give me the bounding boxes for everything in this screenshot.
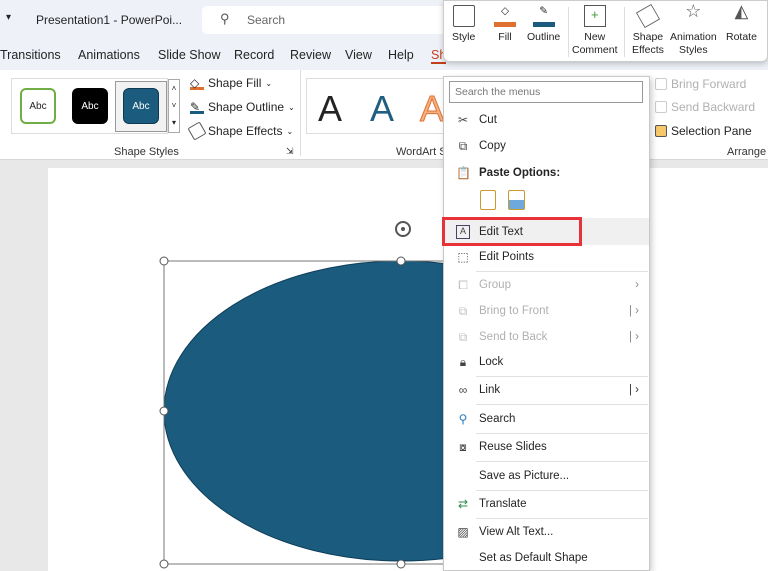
group-icon: ⧠ <box>458 278 468 292</box>
link-label: Link <box>479 384 501 396</box>
edit-points-label: Edit Points <box>479 251 534 263</box>
cut-label: Cut <box>479 114 497 126</box>
menu-item-set-default-shape[interactable]: Set as Default Shape <box>444 546 649 570</box>
rotate-icon: ◭ <box>734 1 749 21</box>
mini-toolbar: Style ◇ Fill ✎ Outline + New Comment Shape … <box>443 0 768 62</box>
lock-icon: 🔒︎ <box>459 355 467 369</box>
submenu-arrow-icon: | › <box>628 305 639 317</box>
send-to-back-label: Send to Back <box>479 331 548 343</box>
translate-label: Translate <box>479 498 527 510</box>
separator <box>476 376 648 377</box>
separator <box>476 271 648 272</box>
menu-search-input[interactable]: Search the menus <box>449 81 643 103</box>
mini-style-button[interactable]: Style <box>452 5 475 44</box>
translate-icon: ⇄ <box>457 497 469 511</box>
paste-keep-formatting-icon[interactable] <box>480 190 496 210</box>
fill-icon: ◇ <box>494 5 516 27</box>
selected-ellipse-shape[interactable] <box>0 0 768 571</box>
paste-options-label: Paste Options: <box>479 167 561 179</box>
menu-item-bring-to-front[interactable]: ⧉ Bring to Front | › <box>444 299 649 323</box>
menu-search-placeholder: Search the menus <box>455 86 541 98</box>
animation-styles-label: Animation Styles <box>670 31 717 56</box>
mini-shape-effects-button[interactable]: Shape Effects <box>632 3 664 57</box>
menu-item-view-alt-text[interactable]: ▨ View Alt Text... <box>444 520 649 544</box>
fill-label: Fill <box>498 31 512 43</box>
bring-front-icon: ⧉ <box>458 304 468 318</box>
mini-outline-button[interactable]: ✎ Outline <box>527 5 560 44</box>
bring-to-front-label: Bring to Front <box>479 305 549 317</box>
mini-rotate-button[interactable]: ◭ Rotate <box>726 1 757 44</box>
submenu-arrow-icon: | › <box>628 384 639 396</box>
menu-item-send-to-back[interactable]: ⧉ Send to Back | › <box>444 325 649 349</box>
send-back-icon: ⧉ <box>458 330 468 344</box>
reuse-slides-icon: ⧇ <box>459 440 467 454</box>
separator <box>476 433 648 434</box>
lock-label: Lock <box>479 356 504 368</box>
link-icon: ∞ <box>458 383 468 397</box>
menu-item-link[interactable]: ∞ Link | › <box>444 378 649 402</box>
divider <box>568 7 569 57</box>
menu-item-group[interactable]: ⧠ Group › <box>444 273 649 297</box>
shape-effects-icon <box>635 3 660 29</box>
search-label: Search <box>479 413 516 425</box>
mini-fill-button[interactable]: ◇ Fill <box>494 5 516 44</box>
copy-icon: ⧉ <box>458 139 468 153</box>
shape-effects-label: Shape Effects <box>632 31 664 56</box>
highlight-box <box>442 217 582 246</box>
menu-item-translate[interactable]: ⇄ Translate <box>444 492 649 516</box>
mini-animation-styles-button[interactable]: ☆ Animation Styles <box>670 1 717 57</box>
new-comment-label: New Comment <box>572 31 618 56</box>
group-label: Group <box>479 279 511 291</box>
menu-item-lock[interactable]: 🔒︎ Lock <box>444 350 649 374</box>
menu-item-copy[interactable]: ⧉ Copy <box>444 134 649 158</box>
search-icon: ⚲ <box>458 412 468 426</box>
menu-item-search[interactable]: ⚲ Search <box>444 407 649 431</box>
star-icon: ☆ <box>685 1 702 21</box>
copy-label: Copy <box>479 140 506 152</box>
rotate-handle-icon[interactable] <box>395 221 411 237</box>
comment-icon: + <box>583 5 606 27</box>
menu-item-paste-options: 📋 Paste Options: <box>444 161 649 185</box>
rotate-label: Rotate <box>726 31 757 43</box>
separator <box>476 490 648 491</box>
context-menu: Search the menus ✂ Cut ⧉ Copy 📋 Paste Optio… <box>442 76 650 571</box>
style-icon <box>452 5 475 27</box>
outline-label: Outline <box>527 31 561 43</box>
menu-item-reuse-slides[interactable]: ⧇ Reuse Slides <box>444 435 649 459</box>
menu-item-edit-points[interactable]: ⬚ Edit Points <box>444 245 649 269</box>
submenu-arrow-icon: › <box>635 279 639 291</box>
cut-icon: ✂ <box>457 113 469 127</box>
mini-new-comment-button[interactable]: + New Comment <box>572 5 618 57</box>
separator <box>476 461 648 462</box>
menu-item-cut[interactable]: ✂ Cut <box>444 108 649 132</box>
separator <box>476 404 648 405</box>
outline-icon: ✎ <box>532 5 555 27</box>
separator <box>476 518 648 519</box>
paste-icon: 📋 <box>456 166 471 180</box>
edit-points-icon: ⬚ <box>457 250 469 264</box>
save-as-picture-label: Save as Picture... <box>479 470 570 482</box>
set-default-shape-label: Set as Default Shape <box>479 552 588 564</box>
divider <box>624 7 625 57</box>
menu-item-save-as-picture[interactable]: Save as Picture... <box>444 464 649 488</box>
style-label: Style <box>452 31 476 43</box>
submenu-arrow-icon: | › <box>628 331 639 343</box>
reuse-slides-label: Reuse Slides <box>479 441 547 453</box>
alt-text-icon: ▨ <box>457 525 469 539</box>
paste-as-picture-icon[interactable] <box>508 190 525 210</box>
view-alt-text-label: View Alt Text... <box>479 526 554 538</box>
